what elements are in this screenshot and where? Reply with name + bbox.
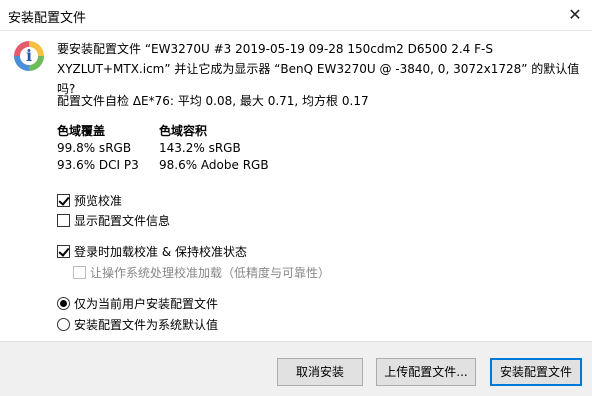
install-system-default-radio[interactable]: 安装配置文件为系统默认值 (57, 316, 218, 333)
load-on-login-checkbox[interactable]: 登录时加载校准 & 保持校准状态 (57, 243, 247, 260)
cancel-install-button[interactable]: 取消安装 (277, 358, 363, 386)
gamut-coverage-header: 色域覆盖 (57, 124, 106, 138)
profile-self-check: 配置文件自检 ΔE*76: 平均 0.08, 最大 0.71, 均方根 0.17 (57, 94, 369, 108)
gamut-coverage-value: 99.8% sRGB (57, 141, 132, 155)
upload-profile-button[interactable]: 上传配置文件... (376, 358, 476, 386)
gamut-volume-column: 色域容积 143.2% sRGB 98.6% Adobe RGB (159, 123, 269, 174)
title-bar: 安装配置文件 ✕ (0, 0, 592, 31)
load-on-login-label: 登录时加载校准 & 保持校准状态 (74, 245, 247, 259)
info-icon: i (14, 41, 44, 71)
install-current-user-radio[interactable]: 仅为当前用户安装配置文件 (57, 295, 218, 312)
preview-calibration-checkbox[interactable]: 预览校准 (57, 192, 122, 209)
let-os-handle-checkbox: 让操作系统处理校准加载（低精度与可靠性） (73, 264, 330, 281)
checkbox-box (73, 266, 86, 279)
install-profile-button[interactable]: 安装配置文件 (490, 358, 582, 386)
gamut-volume-value: 143.2% sRGB (159, 141, 241, 155)
checkbox-box[interactable] (57, 194, 70, 207)
checkbox-box[interactable] (57, 245, 70, 258)
install-system-default-label: 安装配置文件为系统默认值 (74, 318, 219, 332)
show-profile-info-label: 显示配置文件信息 (74, 214, 171, 228)
gamut-coverage-column: 色域覆盖 99.8% sRGB 93.6% DCI P3 (57, 123, 139, 174)
gamut-volume-header: 色域容积 (159, 124, 208, 138)
button-bar: 取消安装 上传配置文件... 安装配置文件 (0, 341, 592, 396)
install-current-user-label: 仅为当前用户安装配置文件 (74, 297, 219, 311)
radio-button[interactable] (57, 318, 70, 331)
close-button[interactable]: ✕ (558, 0, 592, 30)
gamut-volume-value: 98.6% Adobe RGB (159, 158, 269, 172)
show-profile-info-checkbox[interactable]: 显示配置文件信息 (57, 212, 170, 229)
window-title: 安装配置文件 (8, 11, 87, 26)
gamut-coverage-value: 93.6% DCI P3 (57, 158, 139, 172)
preview-calibration-label: 预览校准 (74, 194, 123, 208)
info-icon-glyph: i (25, 46, 33, 65)
install-question: 要安装配置文件 “EW3270U #3 2019-05-19 09-28 150… (57, 42, 580, 96)
let-os-handle-label: 让操作系统处理校准加载（低精度与可靠性） (90, 266, 331, 280)
checkbox-box[interactable] (57, 214, 70, 227)
close-icon: ✕ (568, 5, 582, 24)
radio-button[interactable] (57, 297, 70, 310)
dialog-content: i 要安装配置文件 “EW3270U #3 2019-05-19 09-28 1… (0, 31, 592, 341)
